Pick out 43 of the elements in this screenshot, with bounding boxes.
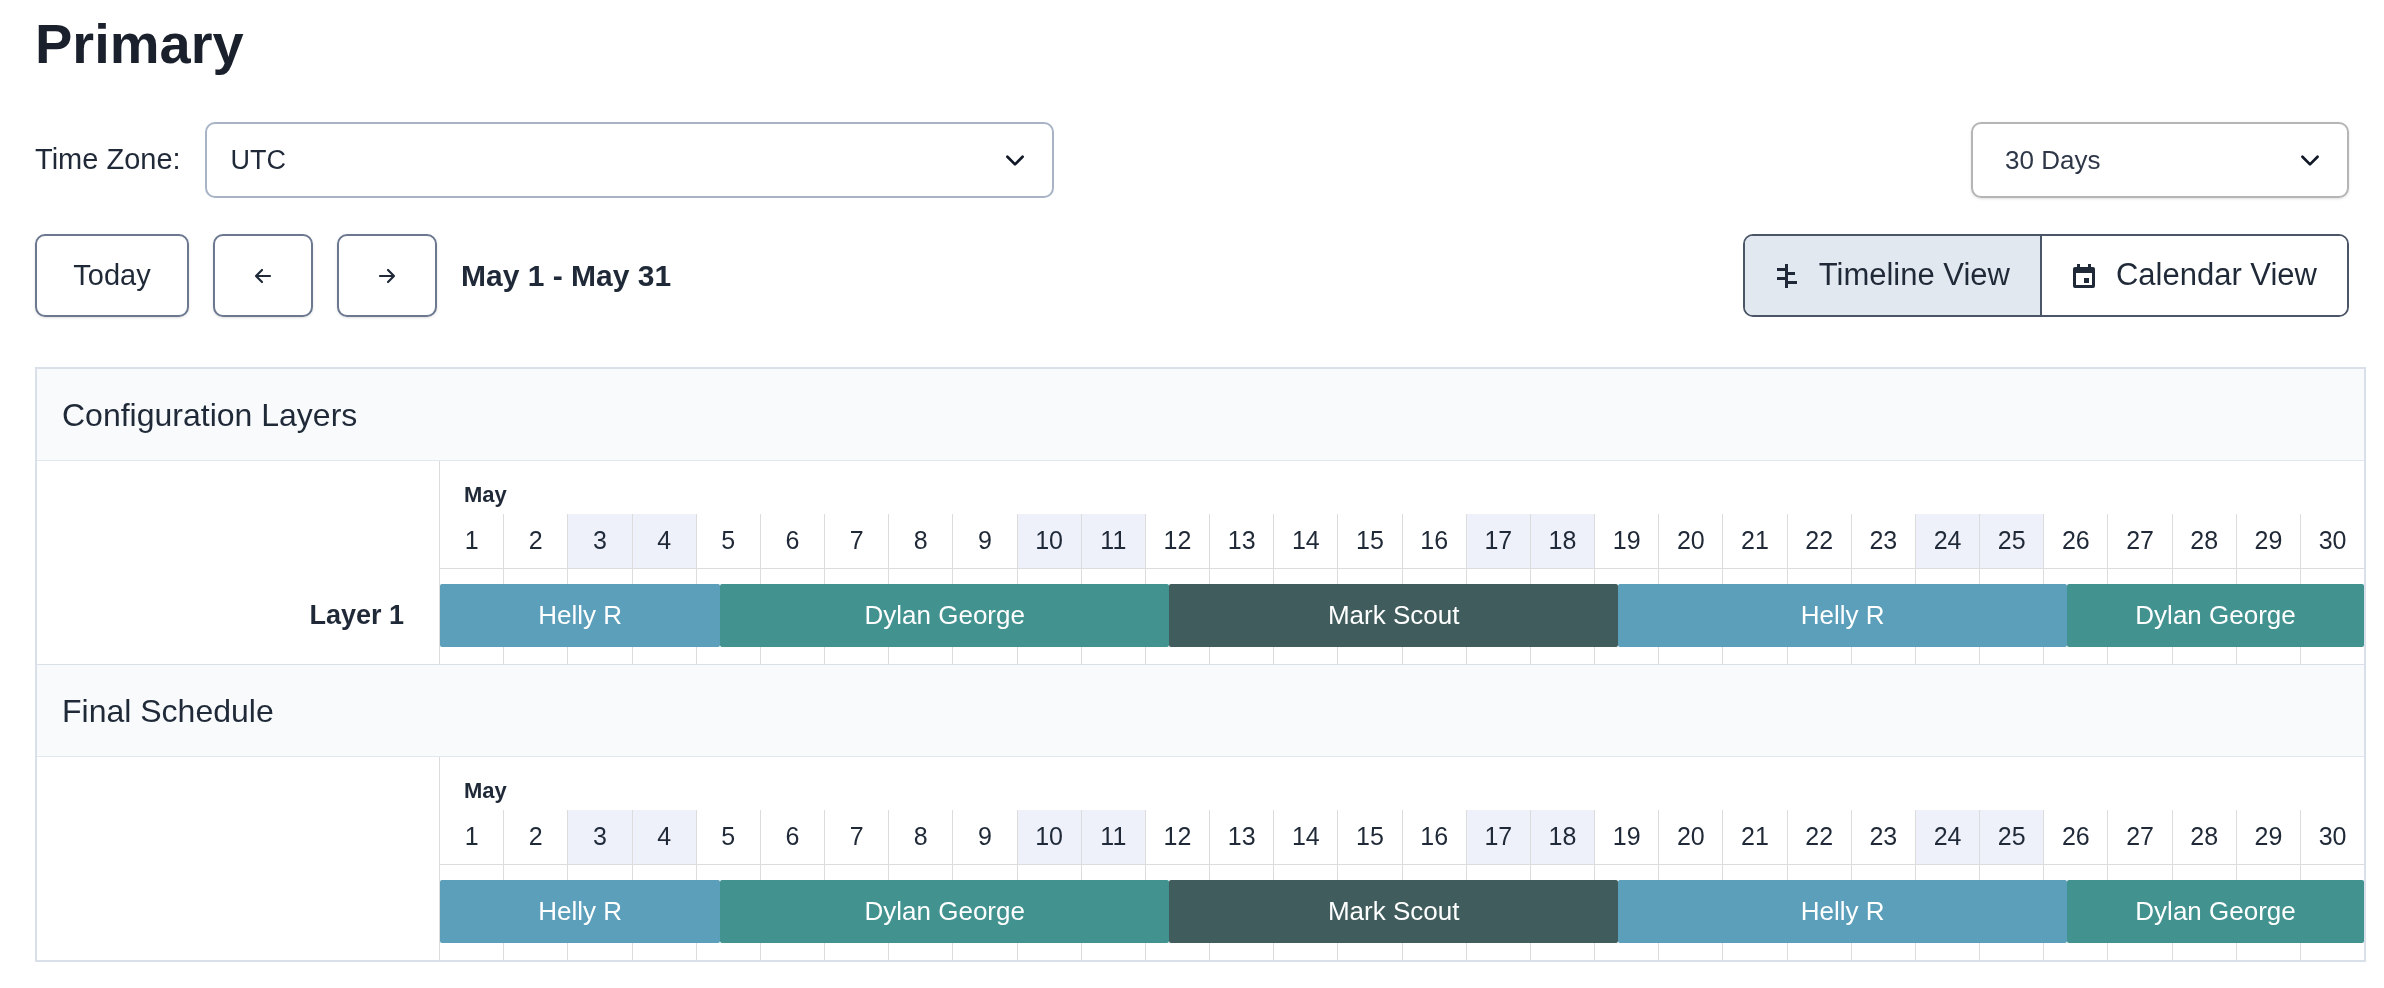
view-tab[interactable]: Timeline View <box>1744 236 2040 315</box>
shift-bar[interactable]: Mark Scout <box>1169 584 1619 647</box>
day-header: 25 <box>1979 810 2044 864</box>
day-header: 24 <box>1914 514 1980 568</box>
day-header: 11 <box>1080 810 1145 864</box>
shift-bar[interactable]: Dylan George <box>720 880 1170 943</box>
time-zone-label: Time Zone: <box>35 142 181 178</box>
day-header: 17 <box>1465 810 1530 864</box>
previous-button[interactable] <box>213 234 313 317</box>
calendar-icon <box>2071 262 2096 289</box>
month-label: May <box>464 481 507 509</box>
shift-bar[interactable]: Mark Scout <box>1169 880 1619 943</box>
next-button[interactable] <box>337 234 437 317</box>
day-header: 4 <box>631 810 696 864</box>
date-range: May 1 - May 31 <box>461 258 672 294</box>
day-header: 10 <box>1016 810 1081 864</box>
day-header: 18 <box>1529 810 1595 864</box>
shift-bar[interactable]: Helly R <box>1618 880 2068 943</box>
shift-bar[interactable]: Helly R <box>440 880 721 943</box>
day-header: 24 <box>1914 810 1980 864</box>
day-header: 11 <box>1080 514 1145 568</box>
section-title: Final Schedule <box>62 691 274 731</box>
month-label: May <box>464 777 507 805</box>
day-header: 3 <box>567 810 632 864</box>
section-title: Configuration Layers <box>62 395 358 435</box>
day-header: 10 <box>1016 514 1081 568</box>
shift-bar[interactable]: Dylan George <box>2067 880 2364 943</box>
range-select[interactable]: 30 Days <box>1971 122 2349 198</box>
timeline-icon <box>1774 261 1799 290</box>
day-header: 18 <box>1529 514 1595 568</box>
today-button[interactable]: Today <box>35 234 189 317</box>
day-header: 3 <box>567 514 632 568</box>
shift-bar[interactable]: Dylan George <box>2067 584 2364 647</box>
view-tab[interactable]: Calendar View <box>2039 236 2347 315</box>
shift-bar[interactable]: Helly R <box>440 584 721 647</box>
shift-bar[interactable]: Helly R <box>1618 584 2068 647</box>
day-header: 25 <box>1979 514 2044 568</box>
day-header: 17 <box>1465 514 1530 568</box>
shift-bar[interactable]: Dylan George <box>720 584 1170 647</box>
day-header: 4 <box>631 514 696 568</box>
row-label: Layer 1 <box>309 599 404 633</box>
page-title: Primary <box>35 11 245 77</box>
time-zone-select[interactable]: UTC <box>204 122 1054 198</box>
